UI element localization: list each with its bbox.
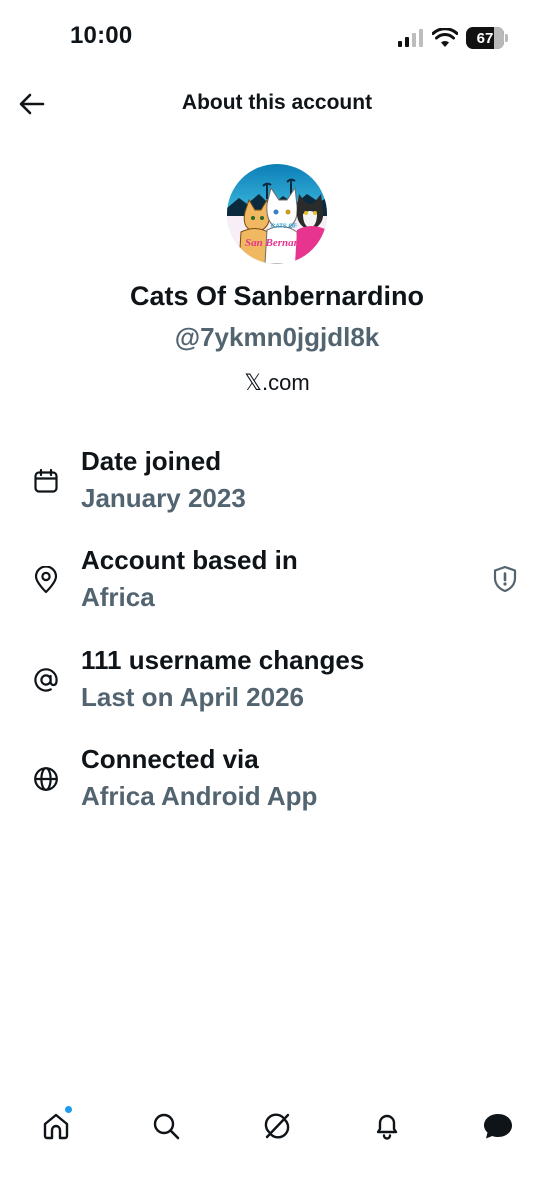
avatar[interactable]: CATS OF San Bernardino [227,164,327,264]
battery-icon: 67 [466,26,508,50]
battery-level: 67 [476,29,494,47]
grok-icon [264,1113,290,1139]
info-row-connected-via: Connected via Africa Android App [0,744,554,824]
nav-search[interactable] [146,1106,186,1146]
signal-icon [398,29,423,47]
info-row-username-changes: 111 username changes Last on April 2026 [0,645,554,725]
avatar-image: CATS OF San Bernardino [227,164,327,264]
page-title: About this account [181,91,373,114]
nav-grok[interactable] [257,1106,297,1146]
info-row-value: January 2023 [81,483,246,513]
info-row-title: Account based in [81,545,298,575]
domain-label: 𝕏.com [244,370,310,395]
info-row-account-based-in: Account based in Africa [0,545,554,625]
calendar-icon [30,465,62,497]
location-pin-icon [30,564,62,596]
display-name: Cats Of Sanbernardino [129,281,425,311]
info-row-value: Africa [81,582,155,612]
home-icon [43,1113,69,1140]
nav-home[interactable] [36,1106,76,1146]
at-sign-icon [30,664,62,696]
avatar-text-script: San Bernardino [245,237,319,249]
shield-alert-icon[interactable] [490,564,520,594]
username-handle: @7ykmn0jgjdl8k [174,322,380,352]
info-row-value: Last on April 2026 [81,682,304,712]
header: About this account [0,76,554,132]
status-icons: 67 [398,24,508,52]
notifications-bell-icon [376,1114,398,1140]
search-icon [153,1113,180,1140]
notification-dot [65,1106,72,1113]
info-row-date-joined: Date joined January 2023 [0,446,554,526]
info-row-title: Connected via [81,744,259,774]
info-row-title: 111 username changes [81,645,365,675]
nav-messages[interactable] [478,1106,518,1146]
status-time: 10:00 [70,22,133,49]
status-bar: 10:00 67 [0,0,554,76]
info-row-title: Date joined [81,446,222,476]
info-row-value: Africa Android App [81,781,318,811]
avatar-text-top: CATS OF [271,224,297,230]
wifi-icon [432,28,458,47]
globe-icon [30,763,62,795]
messages-icon [484,1114,512,1139]
nav-notifications[interactable] [367,1106,407,1146]
bottom-nav [0,1096,554,1156]
